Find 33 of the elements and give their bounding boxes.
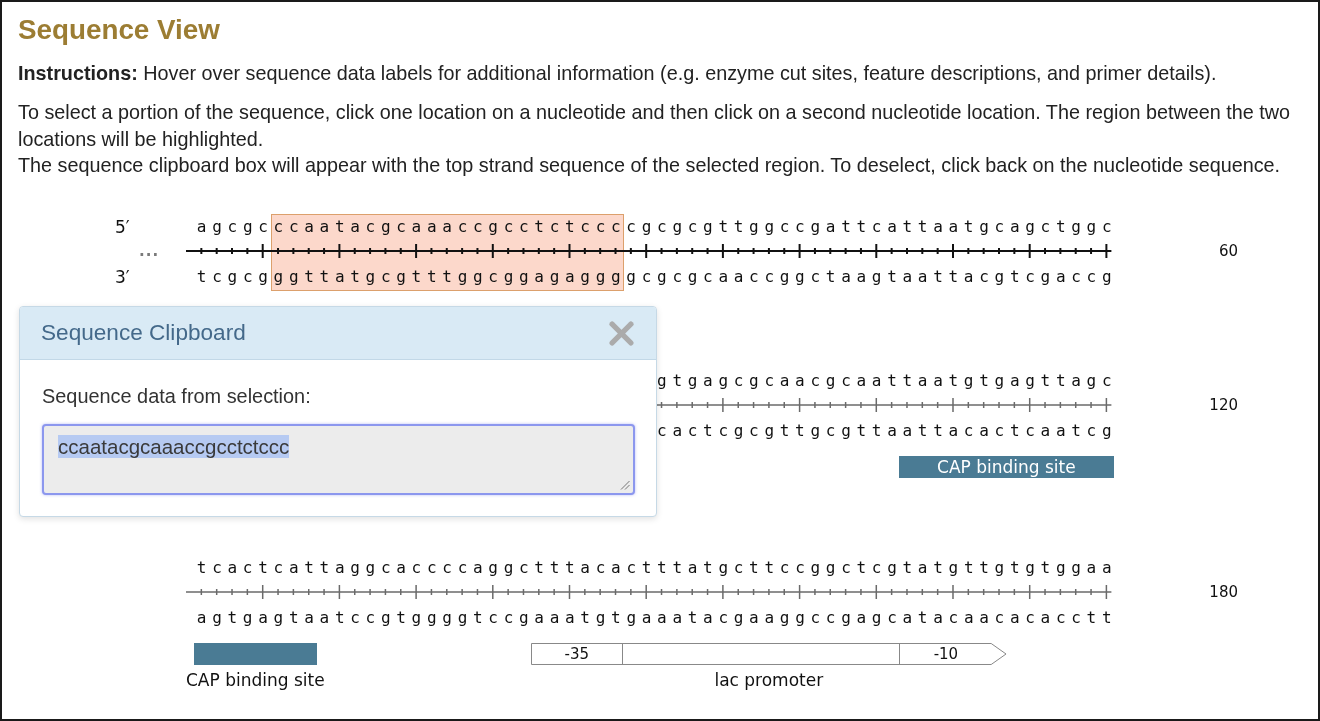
strand-end-label: 5′ [115,217,130,237]
feature-bar[interactable]: CAP binding site [899,455,1114,478]
feature-label: lac promoter [714,668,824,691]
nucleotide-sequence[interactable]: agcgc [196,217,274,237]
position-number: 180 [1209,583,1238,601]
panel-title: Sequence Clipboard [41,320,246,346]
sequence-textarea[interactable]: ccaatacgcaaaccgcctctccc [42,424,635,495]
close-icon [609,320,634,346]
nucleotide-sequence[interactable]: gcgcgcaaccggctaagtaattacgtcgaccg [626,267,1118,287]
strand-end-label: 3′ [115,267,130,287]
position-number: 60 [1218,242,1238,260]
nucleotide-sequence[interactable]: cactcgcgttgcgttaattacactcaatcg [657,421,1118,441]
nucleotide-sequence[interactable]: ggttatgcgtttggcggagaggg [273,267,627,287]
feature-label: CAP binding site [937,456,1076,477]
field-label: Sequence data from selection: [42,384,311,408]
nucleotide-sequence[interactable]: agtgagtaatccgtggggtccgaaatgtgaaatacgaaggccgagcatacaacacacctt [196,608,1118,628]
close-button[interactable] [609,320,634,346]
nucleotide-sequence[interactable]: tcactcattaggcaccccaggctttacactttatgcttccggctcgtatgttgtgtggaa [196,558,1118,578]
nucleotide-sequence[interactable]: gtgagcgcaacgcaattaatgtgagttagc [657,371,1118,391]
help-text: To select a portion of the sequence, click one location on a nucleotide and then click on a second nucleotide location. The region between the two locations will be highlighted. [18,100,1291,152]
nucleotide-sequence[interactable]: ccaatacgcaaaccgcctctccc [273,217,627,237]
resize-grip-icon[interactable] [620,480,630,490]
continuation-dots[interactable]: ... [139,243,160,259]
position-number: 120 [1209,396,1238,414]
help-text: The sequence clipboard box will appear with the top strand sequence of the selected region. To deselect, click back on the nucleotide sequence. [18,153,1282,178]
nucleotide-sequence[interactable]: cgcgcgttggccgattcattaatgcagctggc [626,217,1118,237]
nucleotide-sequence[interactable]: tcgcg [196,267,274,287]
feature-label: CAP binding site [186,668,325,691]
instructions-text: Instructions: Hover over sequence data labels for additional information (e.g. enzyme cut sites, feature descriptions, and primer details). [18,61,1217,86]
promoter-motif: -35 [531,642,624,665]
promoter-motif: -10 [899,642,992,665]
page-title: Sequence View [18,14,220,46]
feature-bar[interactable] [194,642,317,665]
